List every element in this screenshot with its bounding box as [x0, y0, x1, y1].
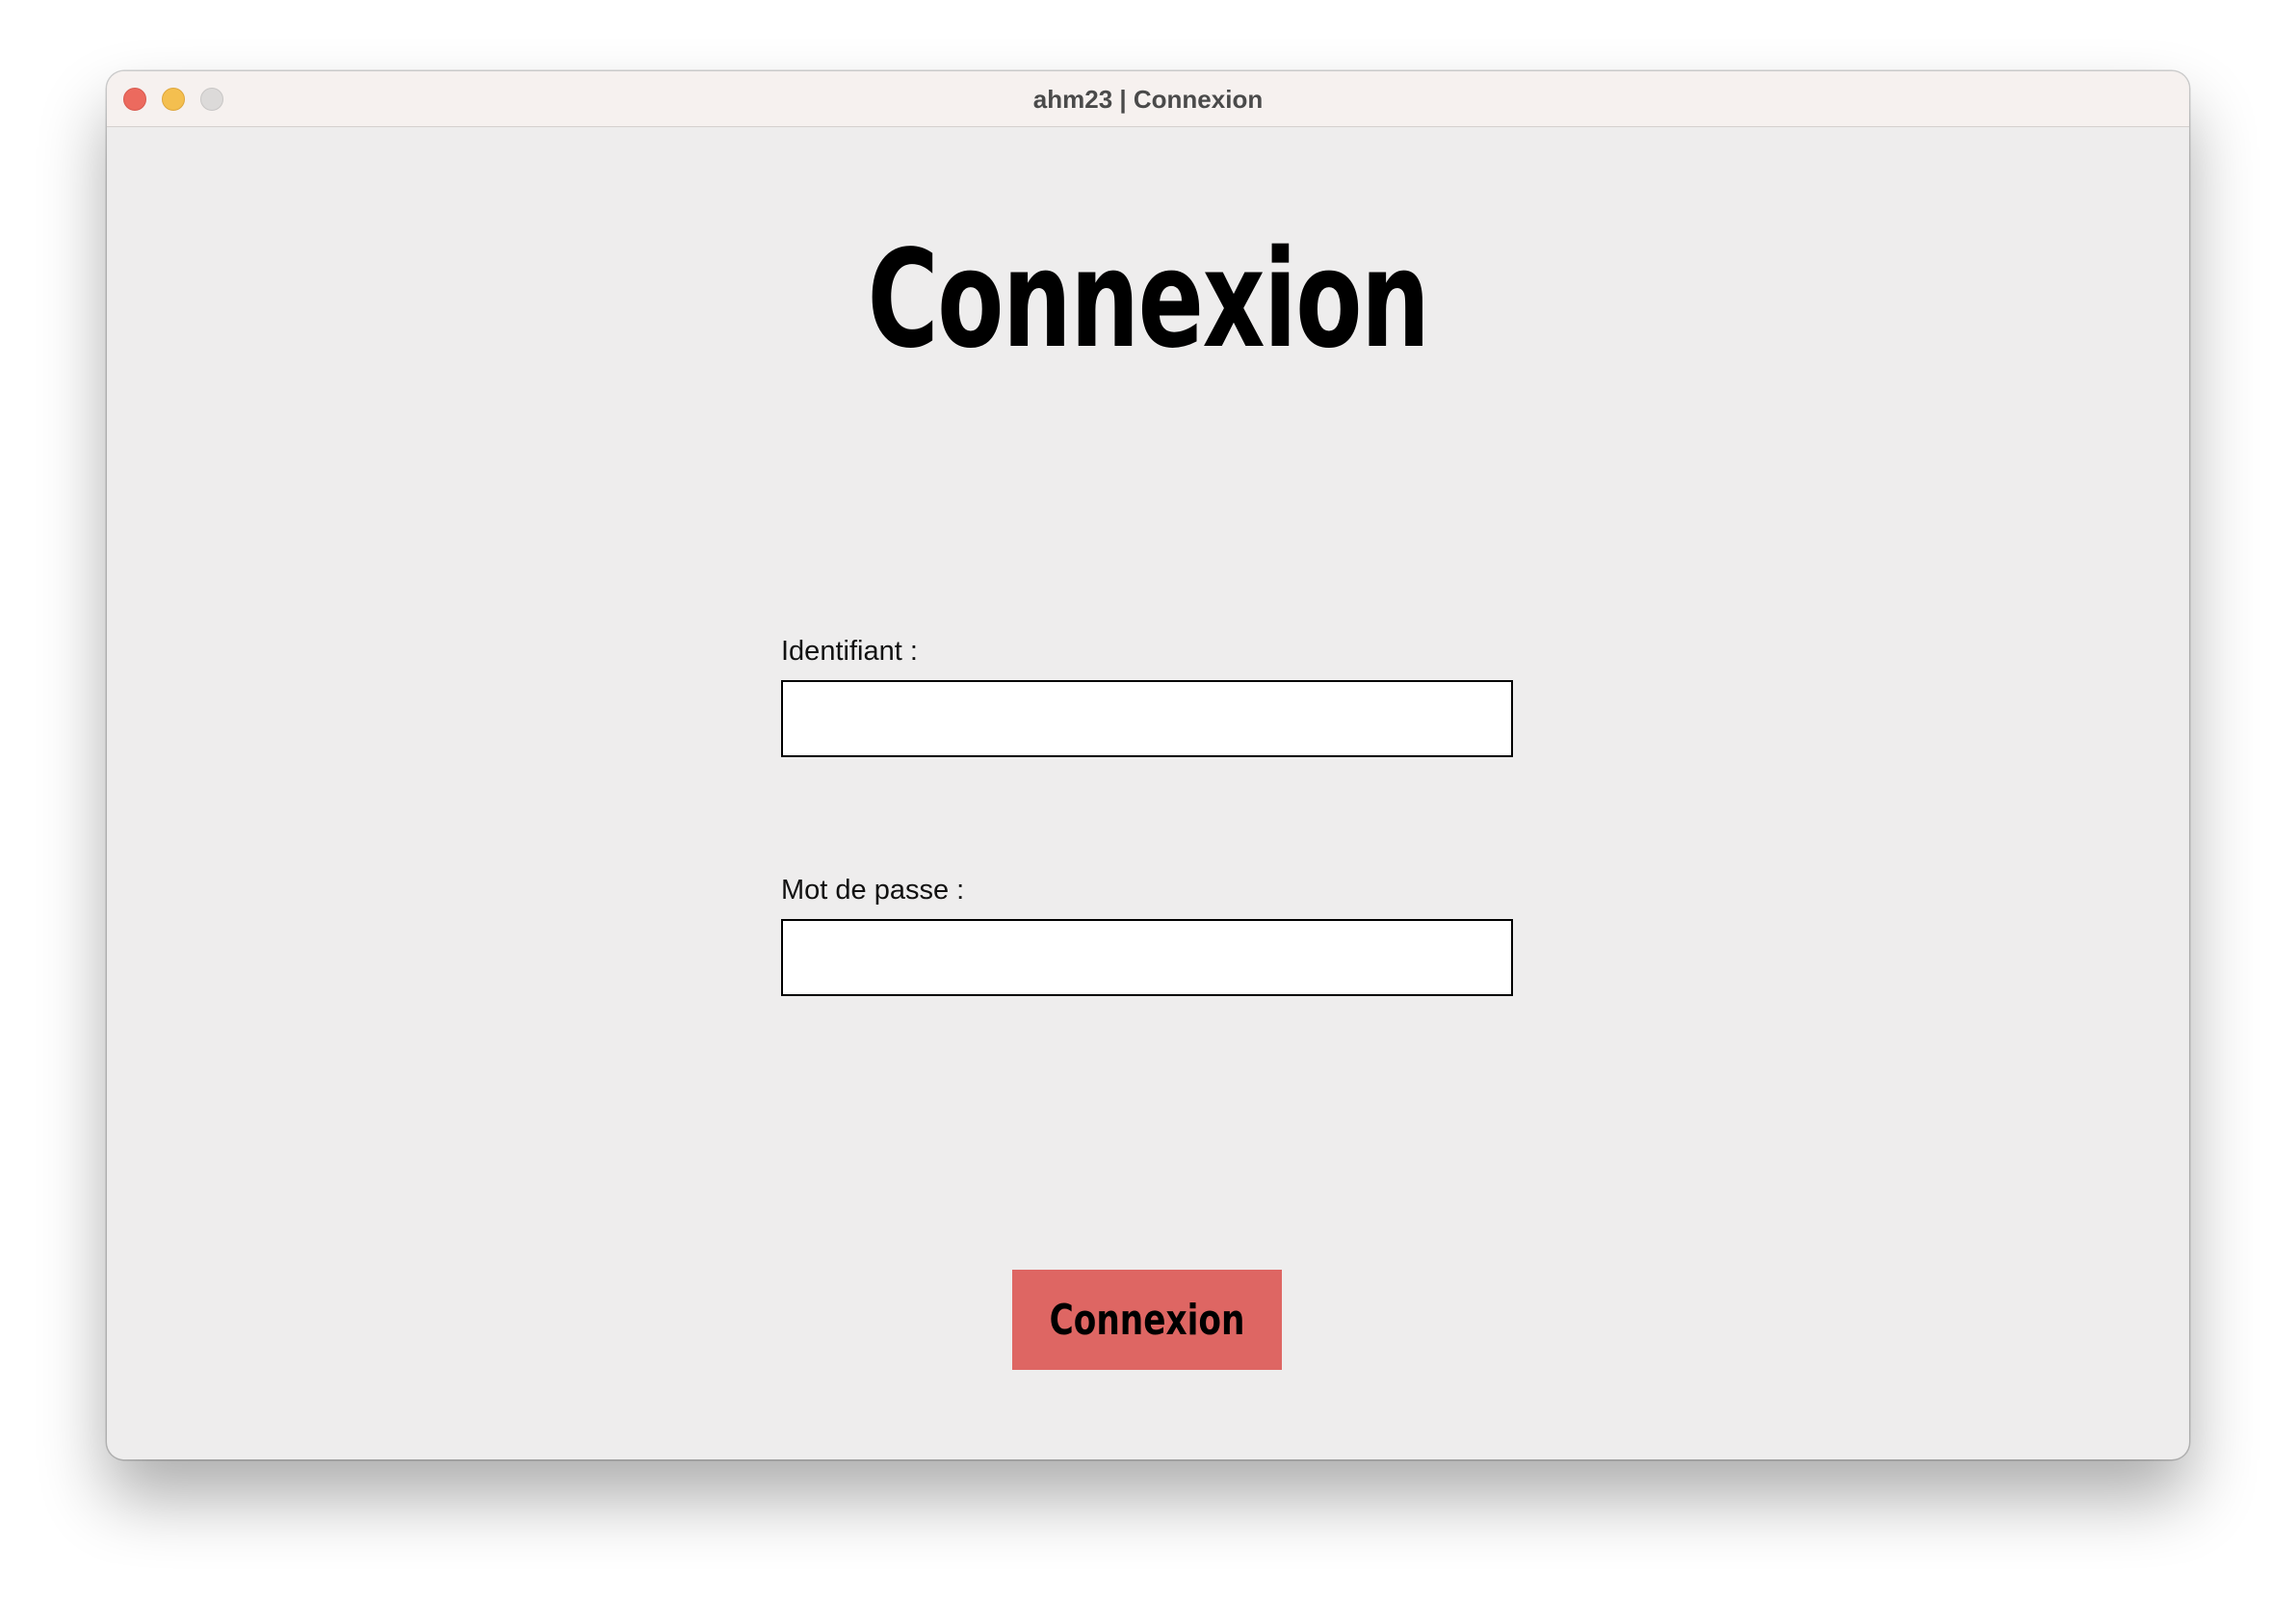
login-submit-button[interactable]: Connexion [1012, 1270, 1282, 1370]
password-input[interactable] [781, 919, 1513, 996]
password-label: Mot de passe : [781, 875, 965, 906]
username-input[interactable] [781, 680, 1513, 757]
username-label: Identifiant : [781, 636, 918, 667]
login-submit-label: Connexion [1049, 1295, 1245, 1345]
page-title: Connexion [867, 222, 1430, 379]
login-content: Connexion Identifiant : Mot de passe : C… [107, 127, 2189, 1459]
window-title: ahm23 | Connexion [1032, 85, 1264, 114]
title-bar[interactable]: ahm23 | Connexion [107, 71, 2189, 127]
app-window: ahm23 | Connexion Connexion Identifiant … [107, 71, 2189, 1459]
